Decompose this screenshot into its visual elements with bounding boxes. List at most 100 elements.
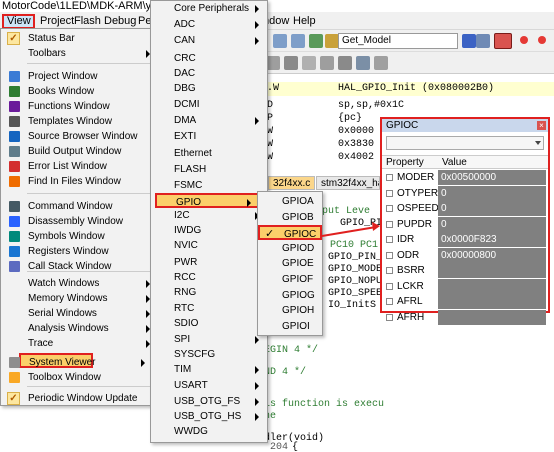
- register-value[interactable]: [438, 263, 546, 278]
- debug-session-icon[interactable]: [494, 33, 512, 49]
- register-row-moder[interactable]: MODER 0x00500000: [382, 170, 548, 185]
- peripheral-item-rng[interactable]: RNG: [151, 285, 267, 300]
- file-tab[interactable]: stm32f4xx_hal_m: [316, 176, 380, 190]
- register-value[interactable]: 0: [438, 185, 546, 201]
- serial-icon[interactable]: [302, 56, 316, 70]
- view-menu-item-build-output-window[interactable]: Build Output Window: [1, 144, 156, 159]
- register-row-ospeedr[interactable]: OSPEEDR 0: [382, 201, 548, 216]
- gpioc-window-title[interactable]: GPIOC: [382, 119, 548, 132]
- register-value[interactable]: 0: [438, 201, 546, 216]
- gpio-item-gpiod[interactable]: GPIOD: [258, 241, 322, 256]
- register-value[interactable]: [438, 294, 546, 309]
- peripheral-item-tim[interactable]: TIM: [151, 362, 267, 377]
- search-files-icon[interactable]: [476, 34, 490, 48]
- file-tab[interactable]: 32f4xx.c: [268, 176, 316, 190]
- view-menu-item-command-window[interactable]: Command Window: [1, 199, 156, 214]
- register-value[interactable]: [438, 309, 546, 325]
- peripheral-item-pwr[interactable]: PWR: [151, 255, 267, 270]
- peripheral-item-can[interactable]: CAN: [151, 33, 267, 48]
- peripheral-item-core-peripherals[interactable]: Core Peripherals: [151, 1, 267, 16]
- view-menu-item-find-in-files-window[interactable]: Find In Files Window: [1, 174, 156, 189]
- view-menu-item-disassembly-window[interactable]: Disassembly Window: [1, 214, 156, 229]
- peripheral-item-rtc[interactable]: RTC: [151, 301, 267, 316]
- register-combo[interactable]: [386, 136, 544, 150]
- register-row-bsrr[interactable]: BSRR: [382, 263, 548, 278]
- system-viewer-toolbar-icon[interactable]: [356, 56, 370, 70]
- breakpoint2-icon[interactable]: [538, 36, 546, 44]
- view-menu-item-serial-windows[interactable]: Serial Windows: [1, 306, 156, 321]
- peripheral-item-ethernet[interactable]: Ethernet: [151, 146, 267, 161]
- peripheral-item-spi[interactable]: SPI: [151, 332, 267, 347]
- peripheral-item-adc[interactable]: ADC: [151, 17, 267, 32]
- find-target-select[interactable]: Get_Model: [338, 33, 458, 49]
- view-menu-item-symbols-window[interactable]: Symbols Window: [1, 229, 156, 244]
- memory-icon[interactable]: [284, 56, 298, 70]
- peripheral-item-gpio[interactable]: GPIO: [155, 193, 261, 208]
- gpio-item-gpiog[interactable]: GPIOG: [258, 288, 322, 303]
- register-value[interactable]: 0x0000F823: [438, 232, 546, 247]
- bookmark-icon[interactable]: [309, 34, 323, 48]
- peripheral-item-dbg[interactable]: DBG: [151, 81, 267, 96]
- peripheral-item-fsmc[interactable]: FSMC: [151, 178, 267, 193]
- peripheral-item-iwdg[interactable]: IWDG: [151, 223, 267, 238]
- register-row-odr[interactable]: ODR 0x00000800: [382, 247, 548, 263]
- view-menu-item-source-browser-window[interactable]: Source Browser Window: [1, 129, 156, 144]
- peripheral-item-exti[interactable]: EXTI: [151, 129, 267, 144]
- peripheral-item-dma[interactable]: DMA: [151, 113, 267, 128]
- peripheral-item-nvic[interactable]: NVIC: [151, 238, 267, 253]
- peripheral-item-rcc[interactable]: RCC: [151, 270, 267, 285]
- toolbox-toolbar-icon[interactable]: [374, 56, 388, 70]
- expand-icon[interactable]: [386, 282, 393, 290]
- menu-debug[interactable]: Debug: [101, 14, 139, 29]
- peripheral-item-crc[interactable]: CRC: [151, 51, 267, 66]
- register-row-idr[interactable]: IDR 0x0000F823: [382, 232, 548, 247]
- view-menu-item-trace[interactable]: Trace: [1, 336, 156, 351]
- register-value[interactable]: 0: [438, 216, 546, 232]
- gpioc-window[interactable]: GPIOC × Property Value MODER 0x00500000 OT…: [380, 117, 550, 325]
- find-icon[interactable]: [325, 34, 339, 48]
- gpio-item-gpioe[interactable]: GPIOE: [258, 256, 322, 271]
- gpio-item-gpioa[interactable]: GPIOA: [258, 194, 322, 209]
- window-icon[interactable]: [266, 56, 280, 70]
- peripheral-item-flash[interactable]: FLASH: [151, 162, 267, 177]
- view-menu-item-registers-window[interactable]: Registers Window: [1, 244, 156, 259]
- expand-icon[interactable]: [386, 313, 393, 321]
- view-menu-item-analysis-windows[interactable]: Analysis Windows: [1, 321, 156, 336]
- menu-view[interactable]: View: [2, 14, 35, 29]
- expand-icon[interactable]: [386, 251, 393, 259]
- peripheral-item-i2c[interactable]: I2C: [151, 208, 267, 223]
- view-menu-item-project-window[interactable]: Project Window: [1, 69, 156, 84]
- view-menu-item-call-stack-window[interactable]: Call Stack Window: [1, 259, 156, 274]
- view-menu-item-memory-windows[interactable]: Memory Windows: [1, 291, 156, 306]
- view-menu-item-books-window[interactable]: Books Window: [1, 84, 156, 99]
- peripheral-item-usb-otg-hs[interactable]: USB_OTG_HS: [151, 409, 267, 424]
- menu-help[interactable]: Help: [290, 14, 319, 29]
- menu-flash[interactable]: Flash: [71, 14, 104, 29]
- view-menu-item-periodic-window-update[interactable]: ✓ Periodic Window Update: [1, 391, 156, 406]
- view-menu-item-toolbox-window[interactable]: Toolbox Window: [1, 370, 156, 385]
- peripheral-item-wwdg[interactable]: WWDG: [151, 424, 267, 439]
- expand-icon[interactable]: [386, 298, 393, 305]
- gpio-item-gpiof[interactable]: GPIOF: [258, 272, 322, 287]
- indent-icon[interactable]: [273, 34, 287, 48]
- trace-icon[interactable]: [338, 56, 352, 70]
- register-value[interactable]: [438, 278, 546, 294]
- gpio-item-gpioc[interactable]: ✓ GPIOC: [258, 225, 322, 241]
- save-all-icon[interactable]: [462, 34, 476, 48]
- register-row-lckr[interactable]: LCKR: [382, 278, 548, 294]
- register-row-pupdr[interactable]: PUPDR 0: [382, 216, 548, 232]
- view-menu-item-functions-window[interactable]: Functions Window: [1, 99, 156, 114]
- gpio-item-gpioh[interactable]: GPIOH: [258, 303, 322, 318]
- peripheral-item-dac[interactable]: DAC: [151, 66, 267, 81]
- register-row-afrh[interactable]: AFRH: [382, 309, 548, 325]
- close-icon[interactable]: ×: [537, 121, 546, 130]
- peripheral-item-dcmi[interactable]: DCMI: [151, 97, 267, 112]
- view-menu-item-templates-window[interactable]: Templates Window: [1, 114, 156, 129]
- register-row-otyper[interactable]: OTYPER 0: [382, 185, 548, 201]
- gpio-item-gpiob[interactable]: GPIOB: [258, 210, 322, 225]
- gpio-item-gpioi[interactable]: GPIOI: [258, 319, 322, 334]
- peripheral-item-usart[interactable]: USART: [151, 378, 267, 393]
- chevron-down-icon[interactable]: [535, 141, 541, 145]
- peripheral-item-sdio[interactable]: SDIO: [151, 316, 267, 331]
- expand-icon[interactable]: [386, 205, 393, 212]
